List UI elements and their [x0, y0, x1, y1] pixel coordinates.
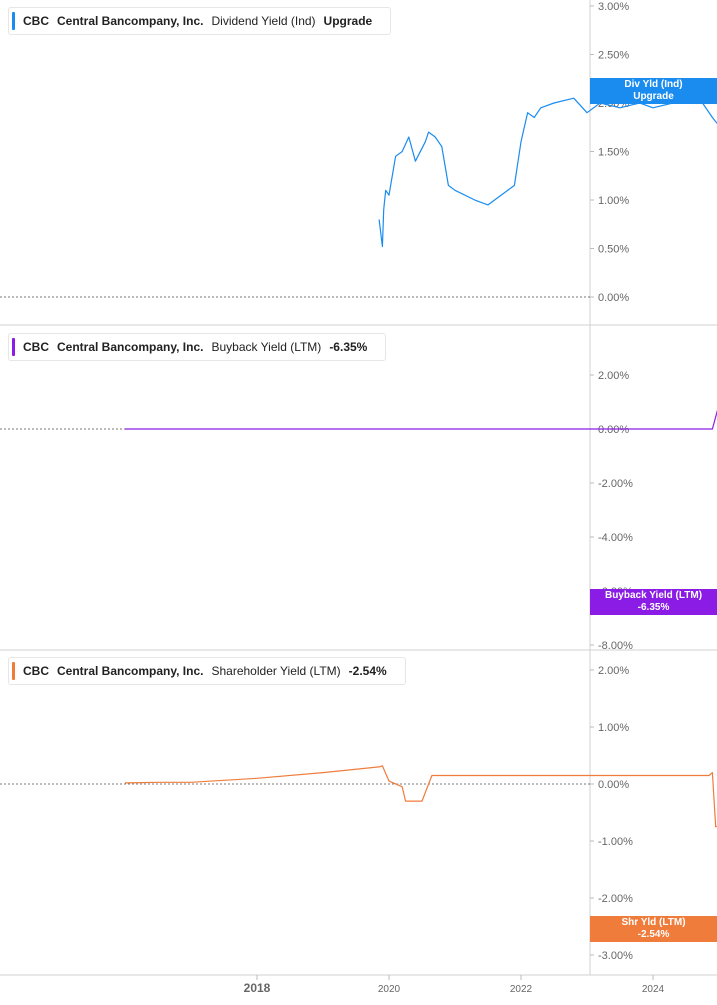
y-tick-label: 2.00%	[598, 665, 629, 677]
x-tick-label: 2018	[244, 981, 271, 995]
legend-dividend-yield: CBC Central Bancompany, Inc. Dividend Yi…	[8, 7, 392, 35]
y-tick-label: 1.00%	[598, 722, 629, 734]
legend-buyback-yield: CBC Central Bancompany, Inc. Buyback Yie…	[8, 333, 387, 361]
legend-shareholder-yield: CBC Central Bancompany, Inc. Shareholder…	[8, 657, 406, 685]
dividend-tag-line2: Upgrade	[633, 91, 674, 102]
legend-company: Central Bancompany, Inc.	[57, 14, 204, 28]
y-tick-label: -2.00%	[598, 478, 633, 490]
legend-company: Central Bancompany, Inc.	[57, 664, 204, 678]
y-tick-label: -1.00%	[598, 836, 633, 848]
shareholder-swatch	[12, 662, 15, 680]
legend-value: -6.35%	[329, 340, 368, 354]
legend-ticker: CBC	[23, 14, 49, 28]
buyback-tag-line1: Buyback Yield (LTM)	[604, 590, 703, 601]
chart-canvas: 3.00% 2.50% 2.00% 1.50% 1.00% 0.50% 0.00% 2.00%…	[0, 0, 717, 995]
y-tick-label: -3.00%	[598, 950, 633, 962]
y-tick-label: 0.50%	[598, 244, 629, 256]
y-tick-label: -2.00%	[598, 893, 633, 905]
y-tick-label: 2.00%	[598, 370, 629, 382]
dividend-series-line	[378, 87, 717, 248]
legend-series: Shareholder Yield (LTM)	[211, 664, 341, 678]
y-tick-label: 2.50%	[598, 50, 629, 62]
legend-series: Dividend Yield (Ind)	[211, 14, 316, 28]
legend-series: Buyback Yield (LTM)	[211, 340, 322, 354]
y-tick-label: 3.00%	[598, 1, 629, 13]
legend-value: Upgrade	[323, 14, 373, 28]
legend-ticker: CBC	[23, 340, 49, 354]
y-tick-label: 1.50%	[598, 147, 629, 159]
legend-value: -2.54%	[348, 664, 387, 678]
buyback-tag-line2: -6.35%	[637, 602, 670, 613]
dividend-value-tag: Div Yld (Ind) Upgrade	[590, 78, 717, 104]
shareholder-tag-line1: Shr Yld (LTM)	[621, 917, 686, 928]
dividend-pane: 3.00%2.50%2.00%1.50%1.00%0.50%0.00%	[0, 1, 717, 304]
x-tick-label: 2022	[510, 984, 533, 995]
shareholder-value-tag: Shr Yld (LTM) -2.54%	[590, 916, 717, 942]
shareholder-tag-line2: -2.54%	[637, 929, 670, 940]
legend-company: Central Bancompany, Inc.	[57, 340, 204, 354]
x-tick-label: 2024	[642, 984, 665, 995]
buyback-value-tag: Buyback Yield (LTM) -6.35%	[590, 589, 717, 615]
y-tick-label: 1.00%	[598, 195, 629, 207]
dividend-tag-line1: Div Yld (Ind)	[624, 79, 683, 90]
x-tick-label: 2020	[378, 984, 401, 995]
y-tick-label: -8.00%	[598, 640, 633, 652]
y-tick-label: 0.00%	[598, 292, 629, 304]
y-tick-label: 0.00%	[598, 779, 629, 791]
y-tick-label: 0.00%	[598, 424, 629, 436]
y-tick-label: -4.00%	[598, 532, 633, 544]
legend-ticker: CBC	[23, 664, 49, 678]
dividend-swatch	[12, 12, 15, 30]
buyback-swatch	[12, 338, 15, 356]
